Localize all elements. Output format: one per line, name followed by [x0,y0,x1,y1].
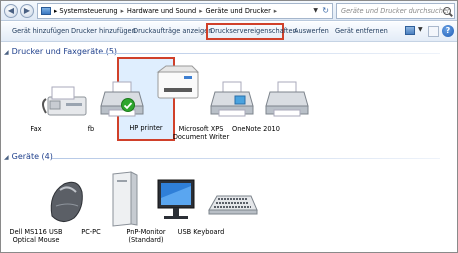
collapse-arrow-icon[interactable]: ◢ [4,154,9,161]
address-row: ◀ ▶ ▸ Systemsteuerung ▸ Hardware und Sound… [1,1,457,21]
printer-icon [265,81,309,117]
add-device-button[interactable]: Gerät hinzufügen [12,27,69,35]
device-label: PC-PC [81,228,101,236]
devices-group-heading[interactable]: ◢ Geräte (4) [4,152,53,161]
printer-label: Microsoft XPS Document Writer [172,125,230,141]
search-input[interactable]: Geräte und Drucker durchsuchen [336,3,455,19]
device-item-monitor[interactable]: PnP-Monitor (Standard) [115,176,195,248]
add-printer-button[interactable]: Drucker hinzufügen [71,27,136,35]
printer-item-fb[interactable]: fb [60,80,144,138]
back-arrow-icon[interactable]: ◀ [4,4,18,18]
preview-pane-icon[interactable] [428,26,439,37]
device-item-mouse[interactable]: Dell MS116 USB Optical Mouse [5,176,83,248]
printer-label: HP printer [129,124,163,132]
forward-arrow-icon[interactable]: ▶ [20,4,34,18]
printer-item-fax[interactable]: Fax [5,83,87,138]
search-placeholder: Geräte und Drucker durchsuchen [341,7,452,15]
eject-button[interactable]: Auswerfen [294,27,329,35]
printers-group-heading[interactable]: ◢ Drucker und Faxgeräte (5) [4,47,117,56]
control-panel-icon [41,7,51,15]
remove-device-button[interactable]: Gerät entfernen [335,27,388,35]
breadcrumb-separator: ▸ [199,7,203,15]
printer-label: OneNote 2010 [232,125,280,133]
printer-item-hp[interactable]: HP printer [115,62,200,138]
device-item-pc[interactable]: PC-PC [60,170,138,240]
printers-group-title: Drucker und Faxgeräte (5) [11,47,118,56]
device-label: USB Keyboard [177,228,225,236]
keyboard-icon [208,195,258,215]
chevron-down-icon[interactable]: ▼ [418,26,423,33]
breadcrumb-separator: ▸ [120,7,124,15]
refresh-icon[interactable]: ↻ [322,6,329,15]
print-server-properties-button[interactable]: Druckservereigenschaften [210,27,297,35]
breadcrumb-separator: ▸ [54,7,58,15]
printer-item-xps[interactable]: Microsoft XPS Document Writer [170,80,254,148]
breadcrumb-item[interactable]: Geräte und Drucker [206,7,271,15]
printer-label: fb [87,125,95,133]
device-item-keyboard[interactable]: USB Keyboard [170,186,258,236]
group-divider [100,53,440,54]
help-button[interactable]: ? [442,25,454,37]
show-print-jobs-button[interactable]: Druckaufträge anzeigen [133,27,212,35]
breadcrumb-item[interactable]: Hardware und Sound [127,7,196,15]
breadcrumb: ▸ Systemsteuerung ▸ Hardware und Sound ▸ Ger… [54,7,280,15]
change-view-icon[interactable] [405,26,415,35]
device-label: Dell MS116 USB Optical Mouse [9,228,63,244]
printer-label: Fax [30,125,42,133]
collapse-arrow-icon[interactable]: ◢ [4,49,9,56]
breadcrumb-separator: ▸ [273,7,278,15]
devices-group-title: Geräte (4) [11,152,53,161]
green-check-icon [121,98,135,112]
device-label: PnP-Monitor (Standard) [126,228,166,244]
address-bar[interactable]: ▸ Systemsteuerung ▸ Hardware und Sound ▸ Ger… [37,3,333,19]
group-divider [52,158,440,159]
chevron-down-icon[interactable]: ▼ [313,7,318,14]
printer-item-onenote[interactable]: OneNote 2010 [225,80,309,138]
breadcrumb-item[interactable]: Systemsteuerung [59,7,117,15]
search-icon[interactable] [443,7,451,15]
command-bar: Gerät hinzufügen Drucker hinzufügen Druc… [1,22,457,42]
